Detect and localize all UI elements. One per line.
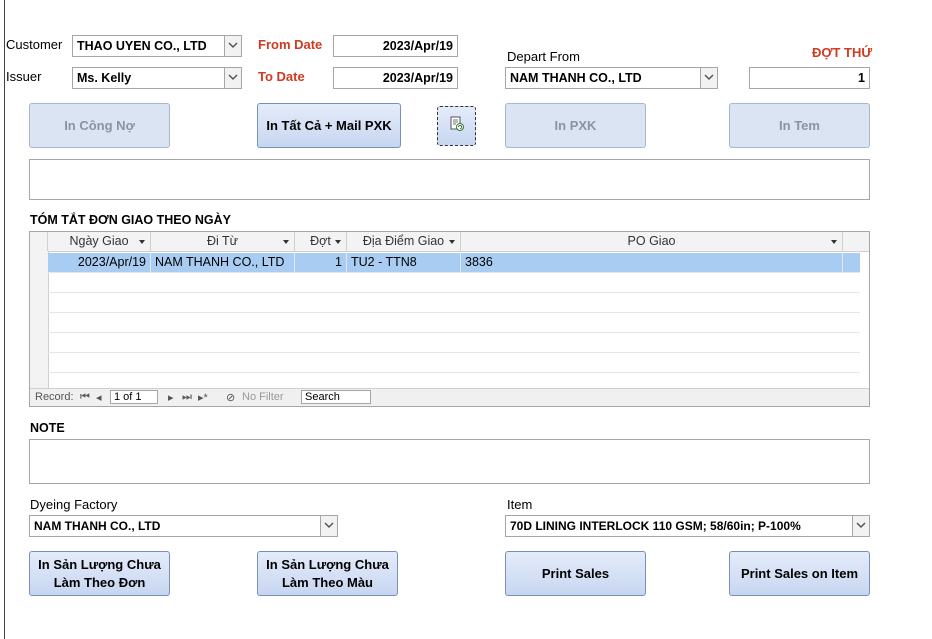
col-header-dot[interactable]: Đợt <box>295 232 347 251</box>
info-box[interactable] <box>29 159 870 200</box>
cell-dia-diem[interactable]: TU2 - TTN8 <box>347 253 461 272</box>
table-row[interactable] <box>48 333 860 353</box>
refresh-doc-icon <box>449 116 465 137</box>
table-row[interactable] <box>48 273 860 293</box>
grid-header: Ngày Giao Đi Từ Đợt Địa Điểm Giao PO Gia… <box>30 232 869 252</box>
chevron-down-icon[interactable] <box>320 516 337 536</box>
cell-di-tu[interactable]: NAM THANH CO., LTD <box>151 253 295 272</box>
in-san-luong-theo-mau-button[interactable]: In Sản Lượng Chưa Làm Theo Màu <box>257 551 398 596</box>
summary-title: TÓM TẮT ĐƠN GIAO THEO NGÀY <box>30 213 231 227</box>
grid-search-input[interactable]: Search <box>301 390 371 404</box>
from-date-label: From Date <box>258 37 323 52</box>
cell-dot[interactable]: 1 <box>295 253 347 272</box>
select-all-corner[interactable] <box>30 232 48 251</box>
dot-thu-field[interactable]: 1 <box>749 67 870 89</box>
issuer-combo[interactable]: Ms. Kelly <box>72 67 242 89</box>
dyeing-factory-combo[interactable]: NAM THANH CO., LTD <box>29 515 338 537</box>
customer-combo[interactable]: THAO UYEN CO., LTD <box>72 35 242 57</box>
issuer-value: Ms. Kelly <box>77 71 132 85</box>
note-label: NOTE <box>30 421 65 435</box>
item-value: 70D LINING INTERLOCK 110 GSM; 58/60in; P… <box>510 519 801 533</box>
record-navigator: Record: ⏮ ◂ 1 of 1 ▸ ⏭ ▸* ⊘ No Filter Se… <box>30 388 869 406</box>
first-record-icon[interactable]: ⏮ <box>80 391 90 404</box>
refresh-button[interactable] <box>437 106 476 146</box>
table-row[interactable] <box>48 353 860 373</box>
record-position-field[interactable]: 1 of 1 <box>110 390 158 404</box>
from-date-field[interactable]: 2023/Apr/19 <box>333 35 458 57</box>
issuer-label: Issuer <box>6 69 42 84</box>
cell-po[interactable]: 3836 <box>461 253 843 272</box>
summary-grid[interactable]: Ngày Giao Đi Từ Đợt Địa Điểm Giao PO Gia… <box>29 231 870 407</box>
last-record-icon[interactable]: ⏭ <box>182 391 192 404</box>
col-header-dia-diem-giao[interactable]: Địa Điểm Giao <box>347 232 461 251</box>
in-pxk-button[interactable]: In PXK <box>505 103 646 148</box>
chevron-down-icon[interactable] <box>700 68 717 88</box>
in-tem-button[interactable]: In Tem <box>729 103 870 148</box>
customer-label: Customer <box>6 37 63 52</box>
col-header-di-tu[interactable]: Đi Từ <box>151 232 295 251</box>
in-san-luong-theo-don-button[interactable]: In Sản Lượng Chưa Làm Theo Đơn <box>29 551 170 596</box>
row-selector-column[interactable] <box>30 251 49 391</box>
depart-from-value: NAM THANH CO., LTD <box>510 71 642 85</box>
filter-status[interactable]: No Filter <box>242 391 284 403</box>
cell-ngay-giao[interactable]: 2023/Apr/19 <box>48 253 151 272</box>
record-label: Record: <box>35 391 74 403</box>
col-header-po-giao[interactable]: PO Giao <box>461 232 843 251</box>
new-record-icon[interactable]: ▸* <box>198 391 208 404</box>
item-label: Item <box>507 497 533 512</box>
filter-icon[interactable]: ⊘ <box>226 391 235 404</box>
chevron-down-icon[interactable] <box>224 68 241 88</box>
print-sales-on-item-button[interactable]: Print Sales on Item <box>729 551 870 596</box>
window-border <box>4 0 5 639</box>
depart-from-combo[interactable]: NAM THANH CO., LTD <box>505 67 718 89</box>
chevron-down-icon[interactable] <box>224 36 241 56</box>
chevron-down-icon[interactable] <box>852 516 869 536</box>
in-tat-ca-mail-button[interactable]: In Tất Cả + Mail PXK <box>257 103 401 148</box>
dot-thu-label: ĐỢT THỨ <box>812 45 873 60</box>
col-header-ngay-giao[interactable]: Ngày Giao <box>48 232 151 251</box>
customer-value: THAO UYEN CO., LTD <box>77 39 207 53</box>
depart-from-label: Depart From <box>507 49 580 64</box>
print-sales-button[interactable]: Print Sales <box>505 551 646 596</box>
prev-record-icon[interactable]: ◂ <box>96 391 102 404</box>
dyeing-factory-label: Dyeing Factory <box>30 497 118 512</box>
to-date-label: To Date <box>258 69 305 84</box>
table-row[interactable]: 2023/Apr/19 NAM THANH CO., LTD 1 TU2 - T… <box>48 253 860 273</box>
in-cong-no-button[interactable]: In Công Nợ <box>29 103 170 148</box>
next-record-icon[interactable]: ▸ <box>168 391 174 404</box>
table-row[interactable] <box>48 313 860 333</box>
item-combo[interactable]: 70D LINING INTERLOCK 110 GSM; 58/60in; P… <box>505 515 870 537</box>
note-field[interactable] <box>29 439 870 484</box>
to-date-field[interactable]: 2023/Apr/19 <box>333 67 458 89</box>
table-row[interactable] <box>48 293 860 313</box>
dyeing-factory-value: NAM THANH CO., LTD <box>34 519 161 533</box>
